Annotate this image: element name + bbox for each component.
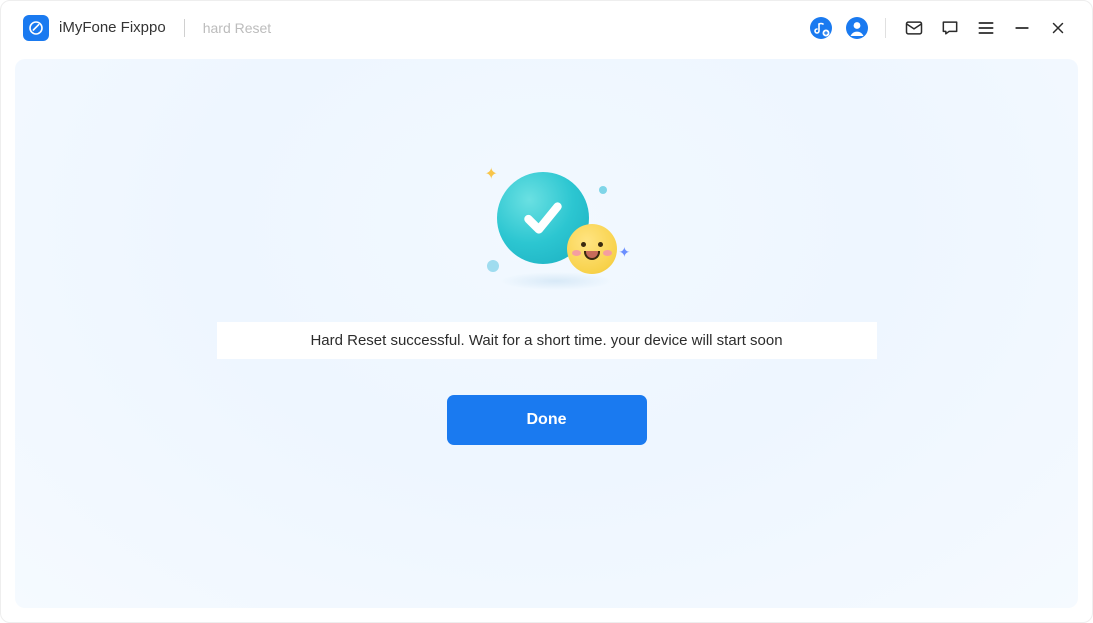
sparkle-icon: ✦ xyxy=(619,244,631,261)
menu-icon[interactable] xyxy=(974,16,998,40)
app-window: iMyFone Fixppo hard Reset xyxy=(0,0,1093,623)
mail-icon[interactable] xyxy=(902,16,926,40)
breadcrumb: hard Reset xyxy=(203,20,271,36)
main-area: ✦ ✦ Hard Reset successful. Wait for a sh… xyxy=(1,55,1092,622)
titlebar-right xyxy=(809,16,1070,40)
success-illustration: ✦ ✦ xyxy=(457,164,637,294)
app-logo-icon xyxy=(23,15,49,41)
chat-icon[interactable] xyxy=(938,16,962,40)
content-panel: ✦ ✦ Hard Reset successful. Wait for a sh… xyxy=(15,59,1078,608)
app-title: iMyFone Fixppo xyxy=(59,19,166,36)
account-icon[interactable] xyxy=(845,16,869,40)
close-icon[interactable] xyxy=(1046,16,1070,40)
title-separator xyxy=(184,19,185,37)
minimize-icon[interactable] xyxy=(1010,16,1034,40)
smiley-icon xyxy=(567,224,617,274)
titlebar-separator xyxy=(885,18,886,38)
titlebar-left: iMyFone Fixppo hard Reset xyxy=(23,15,271,41)
status-message: Hard Reset successful. Wait for a short … xyxy=(217,322,877,359)
decorative-dot xyxy=(487,260,499,272)
decorative-dot xyxy=(599,186,607,194)
done-button[interactable]: Done xyxy=(447,395,647,445)
titlebar: iMyFone Fixppo hard Reset xyxy=(1,1,1092,55)
sparkle-icon: ✦ xyxy=(485,164,498,184)
music-icon[interactable] xyxy=(809,16,833,40)
